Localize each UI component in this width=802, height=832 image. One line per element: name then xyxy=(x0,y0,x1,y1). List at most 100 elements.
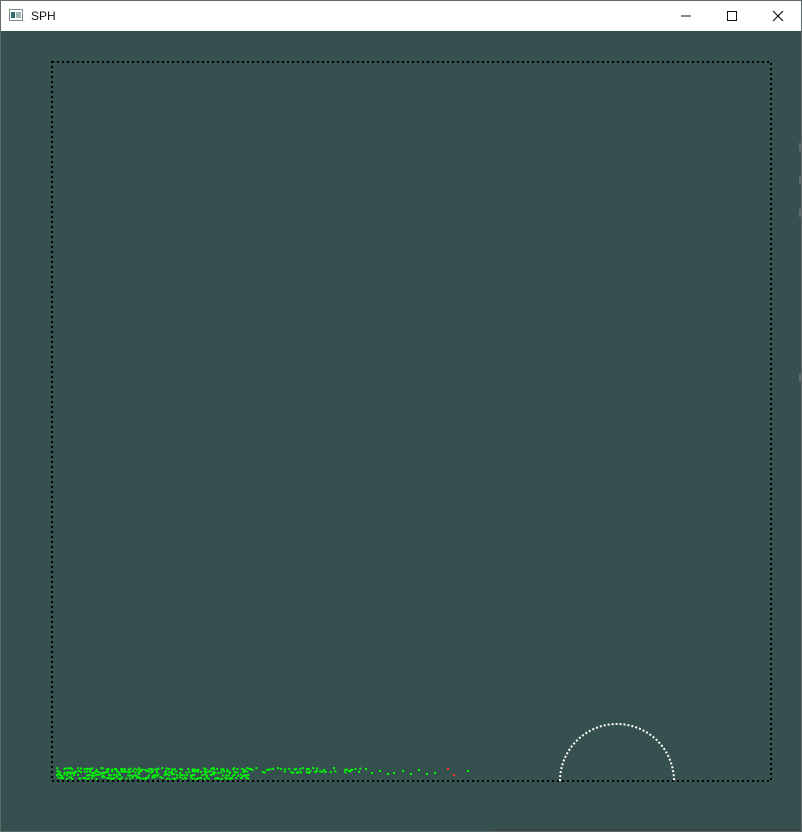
particle xyxy=(467,770,469,772)
particle xyxy=(85,767,88,770)
particle xyxy=(155,771,158,774)
particle xyxy=(157,767,160,770)
particle xyxy=(59,774,62,777)
particle xyxy=(129,767,132,770)
particle xyxy=(61,774,64,777)
particle xyxy=(261,770,264,773)
particle xyxy=(137,771,140,774)
particle xyxy=(283,770,286,773)
close-button[interactable] xyxy=(755,1,801,31)
particle xyxy=(125,770,128,773)
particle xyxy=(233,770,236,773)
particle xyxy=(168,774,171,777)
particle xyxy=(186,774,189,777)
particle xyxy=(63,771,66,774)
app-window-icon xyxy=(9,9,23,21)
particle xyxy=(121,776,124,779)
particle xyxy=(147,774,150,777)
particle xyxy=(113,773,116,776)
particle xyxy=(247,773,250,776)
particle xyxy=(239,773,242,776)
particle xyxy=(67,767,70,770)
particle xyxy=(241,767,244,770)
edge-marker xyxy=(799,209,801,217)
particle xyxy=(99,773,102,776)
particle xyxy=(193,770,196,773)
particle xyxy=(113,776,116,779)
particle xyxy=(119,774,122,777)
particle xyxy=(173,773,176,776)
close-icon xyxy=(772,10,784,22)
particle xyxy=(77,773,80,776)
particle xyxy=(217,777,220,780)
particle xyxy=(91,774,94,777)
particle xyxy=(410,773,412,775)
particle xyxy=(109,777,112,780)
particle xyxy=(91,767,94,770)
particle xyxy=(207,770,210,773)
particle xyxy=(387,773,389,775)
particle xyxy=(171,768,174,771)
simulation-canvas[interactable] xyxy=(1,31,801,831)
particle xyxy=(246,767,249,770)
particle xyxy=(393,772,395,774)
particle xyxy=(209,773,212,776)
particle xyxy=(73,773,76,776)
particle xyxy=(225,770,228,773)
window-title: SPH xyxy=(31,9,56,23)
particle xyxy=(79,777,82,780)
minimize-button[interactable] xyxy=(663,1,709,31)
particle xyxy=(145,776,148,779)
particle xyxy=(59,771,62,774)
particle xyxy=(157,773,160,776)
particle xyxy=(83,767,86,770)
particle xyxy=(305,771,308,774)
particle xyxy=(159,776,162,779)
particle xyxy=(205,771,208,774)
minimize-icon xyxy=(681,15,691,17)
particle xyxy=(87,774,90,777)
circular-obstacle xyxy=(559,723,675,782)
particle xyxy=(205,776,208,779)
particle xyxy=(71,768,74,771)
particle xyxy=(134,771,137,774)
particle xyxy=(179,776,182,779)
particle xyxy=(426,773,428,775)
particle xyxy=(251,768,254,771)
particle xyxy=(225,774,228,777)
particle xyxy=(344,771,347,774)
particle xyxy=(191,768,194,771)
particle xyxy=(402,770,404,772)
particle xyxy=(176,776,179,779)
particle xyxy=(309,770,312,773)
particle xyxy=(95,770,98,773)
particle xyxy=(371,772,373,774)
particle xyxy=(115,773,118,776)
particle xyxy=(185,777,188,780)
particle xyxy=(56,767,59,770)
edge-marker xyxy=(799,374,801,382)
particle xyxy=(199,776,202,779)
particle xyxy=(168,777,171,780)
particle xyxy=(236,771,239,774)
particle xyxy=(91,777,94,780)
particle xyxy=(243,770,246,773)
particle xyxy=(165,770,168,773)
particle xyxy=(107,768,110,771)
maximize-button[interactable] xyxy=(709,1,755,31)
particle xyxy=(163,774,166,777)
particle xyxy=(132,770,135,773)
particle xyxy=(86,770,89,773)
window-controls xyxy=(663,1,801,31)
particle xyxy=(183,774,186,777)
particle xyxy=(188,771,191,774)
particle xyxy=(216,767,219,770)
particle xyxy=(110,774,113,777)
particle xyxy=(357,770,360,773)
particle xyxy=(305,768,308,771)
particle xyxy=(66,774,69,777)
title-bar[interactable]: SPH xyxy=(1,1,801,31)
particle xyxy=(207,777,210,780)
particle xyxy=(60,777,63,780)
particle xyxy=(269,768,272,771)
